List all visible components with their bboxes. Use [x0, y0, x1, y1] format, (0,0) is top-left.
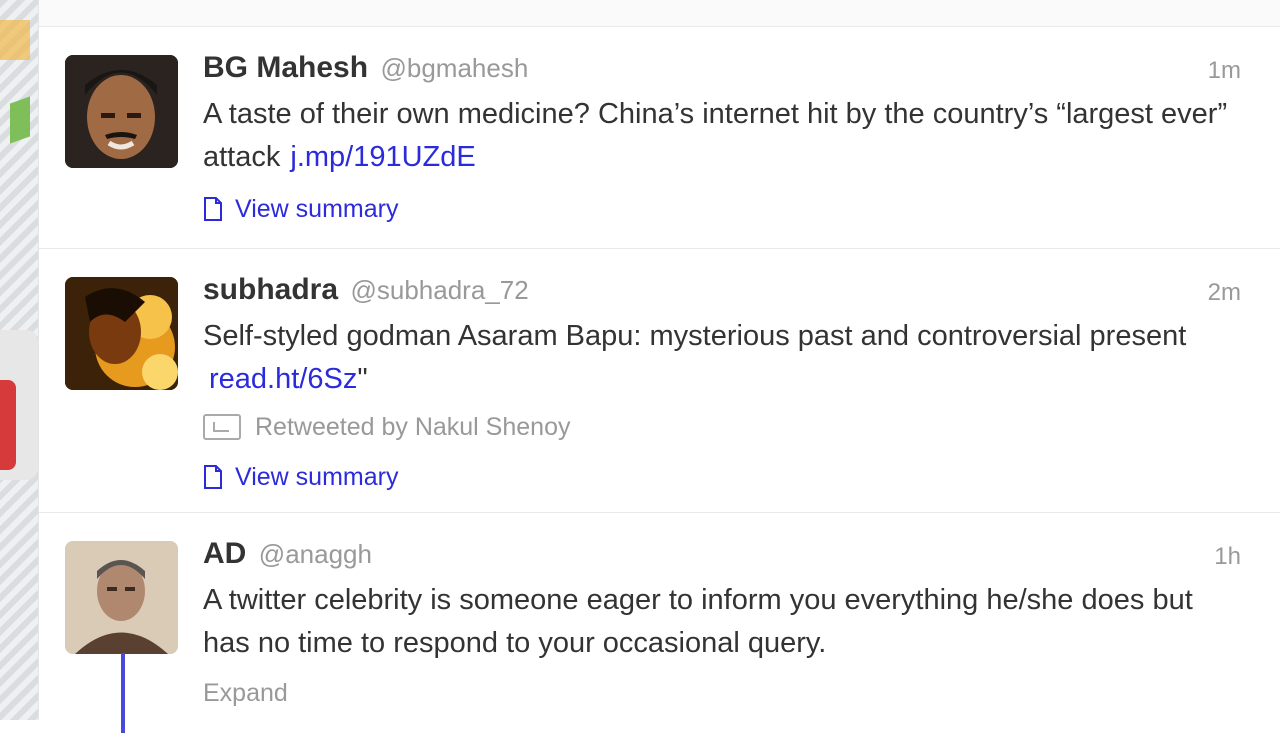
retweeted-by-label[interactable]: Retweeted by Nakul Shenoy [255, 413, 570, 442]
tweet-text: A taste of their own medicine? China’s i… [203, 93, 1241, 179]
desktop-background [0, 0, 38, 720]
author-name[interactable]: subhadra [203, 273, 338, 306]
expand-button[interactable]: Expand [203, 679, 1241, 708]
view-summary-button[interactable]: View summary [203, 191, 1241, 227]
tweet-item[interactable]: AD @anaggh 1h A twitter celebrity is som… [39, 513, 1280, 733]
tweet-link[interactable]: j.mp/191UZdE [290, 141, 475, 173]
background-shape [0, 20, 30, 60]
tweet-text-body: Self-styled godman Asaram Bapu: mysterio… [203, 320, 1187, 352]
retweet-indicator: Retweeted by Nakul Shenoy [203, 407, 1241, 447]
tweet-timestamp[interactable]: 1m [1208, 57, 1241, 85]
author-name[interactable]: BG Mahesh [203, 51, 368, 84]
avatar[interactable] [65, 55, 178, 168]
avatar-image [65, 541, 178, 654]
author-handle[interactable]: @bgmahesh [380, 53, 528, 83]
tweet-item[interactable]: subhadra @subhadra_72 2m Self-styled god… [39, 249, 1280, 513]
conversation-thread-line [121, 653, 125, 733]
tweet-stream: BG Mahesh @bgmahesh 1m A taste of their … [38, 0, 1280, 733]
avatar[interactable] [65, 277, 178, 390]
avatar-image [65, 277, 178, 390]
tweet-timestamp[interactable]: 2m [1208, 279, 1241, 307]
avatar-image [65, 55, 178, 168]
tweet-text: A twitter celebrity is someone eager to … [203, 579, 1241, 665]
view-summary-label: View summary [235, 462, 399, 491]
avatar[interactable] [65, 541, 178, 654]
tweet-link[interactable]: read.ht/6Sz [209, 363, 357, 395]
background-shape [0, 380, 16, 470]
retweet-icon [203, 414, 241, 440]
tweet-text-body: A twitter celebrity is someone eager to … [203, 584, 1193, 659]
author-name[interactable]: AD [203, 537, 246, 570]
author-handle[interactable]: @anaggh [259, 539, 372, 569]
tweet-text: Self-styled godman Asaram Bapu: mysterio… [203, 315, 1241, 401]
background-shape [10, 96, 30, 144]
tweet-timestamp[interactable]: 1h [1214, 543, 1241, 571]
document-icon [204, 465, 222, 489]
document-icon [204, 197, 222, 221]
stream-top-border [39, 0, 1280, 27]
tweet-item[interactable]: BG Mahesh @bgmahesh 1m A taste of their … [39, 27, 1280, 249]
view-summary-label: View summary [235, 194, 399, 223]
tweet-text-tail: " [357, 363, 368, 395]
author-handle[interactable]: @subhadra_72 [350, 275, 528, 305]
view-summary-button[interactable]: View summary [203, 459, 1241, 495]
